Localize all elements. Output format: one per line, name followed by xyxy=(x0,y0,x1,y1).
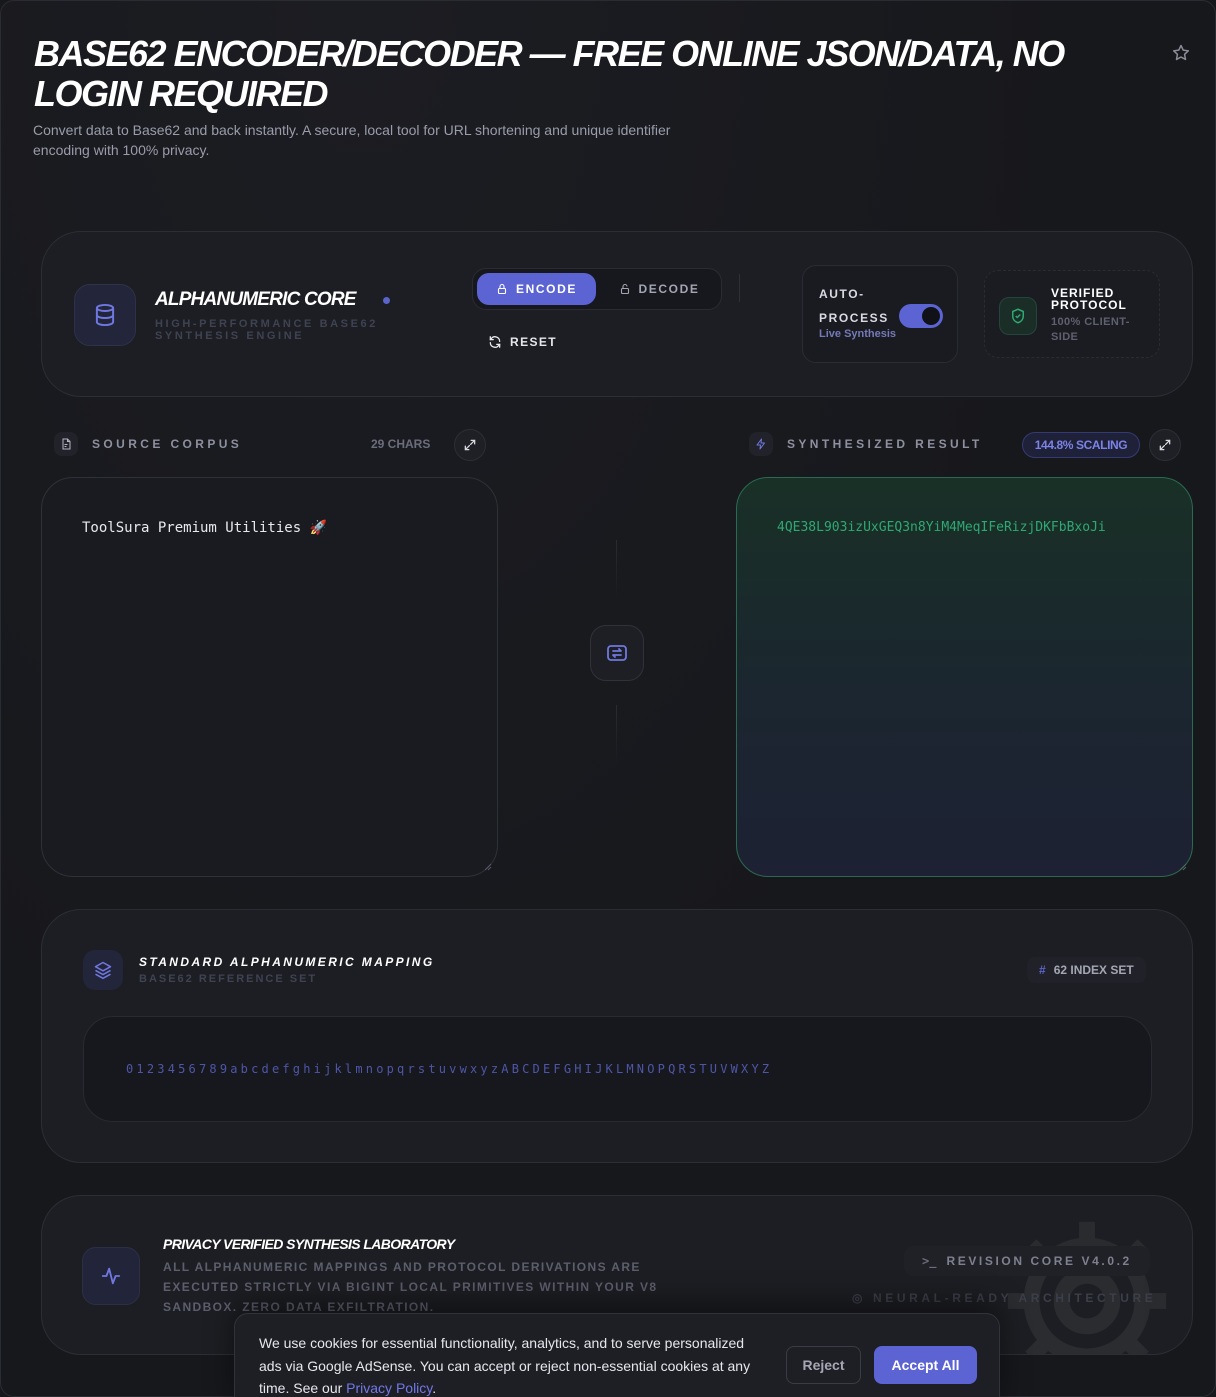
resize-grip-icon[interactable] xyxy=(484,863,492,871)
database-icon xyxy=(74,284,136,346)
alphabet-box: 0123456789abcdefghijklmnopqrstuvwxyzABCD… xyxy=(83,1016,1152,1122)
hash-icon: # xyxy=(1039,963,1046,977)
cookie-message: We use cookies for essential functionali… xyxy=(259,1335,751,1396)
result-output[interactable]: 4QE38L903izUxGEQ3n8YiM4MeqIFeRizjDKFbBxo… xyxy=(736,477,1193,877)
mapping-panel: STANDARD ALPHANUMERIC MAPPING BASE62 REF… xyxy=(41,909,1193,1163)
result-text: 4QE38L903izUxGEQ3n8YiM4MeqIFeRizjDKFbBxo… xyxy=(777,520,1106,535)
cookie-end: . xyxy=(432,1380,437,1396)
refresh-icon xyxy=(489,336,501,348)
expand-icon xyxy=(1159,439,1171,451)
verified-protocol-box: VERIFIED PROTOCOL 100% CLIENT-SIDE xyxy=(984,270,1160,358)
unlock-icon xyxy=(620,283,629,295)
star-icon xyxy=(1172,44,1190,61)
auto-process-sub: Live Synthesis xyxy=(819,328,897,340)
result-label-text: SYNTHESIZED RESULT xyxy=(787,437,983,451)
lock-icon xyxy=(497,283,507,295)
source-expand-button[interactable] xyxy=(454,429,486,461)
mode-toggle: ENCODE DECODE xyxy=(472,268,722,310)
cookie-banner: We use cookies for essential functionali… xyxy=(234,1313,1000,1397)
source-input[interactable]: ToolSura Premium Utilities 🚀 xyxy=(41,477,498,877)
index-badge: # 62 INDEX SET xyxy=(1027,957,1146,983)
result-expand-button[interactable] xyxy=(1149,429,1181,461)
swap-icon xyxy=(607,645,627,661)
mapping-title: STANDARD ALPHANUMERIC MAPPING xyxy=(139,955,435,969)
activity-icon xyxy=(82,1247,140,1305)
terminal-icon: >_ xyxy=(922,1254,937,1268)
lab-title: PRIVACY VERIFIED SYNTHESIS LABORATORY xyxy=(163,1236,455,1252)
file-icon xyxy=(54,432,78,456)
index-badge-label: 62 INDEX SET xyxy=(1053,963,1134,977)
favorite-button[interactable] xyxy=(1168,40,1194,66)
mapping-subtitle: BASE62 REFERENCE SET xyxy=(139,973,318,985)
alphabet-text: 0123456789abcdefghijklmnopqrstuvwxyzABCD… xyxy=(126,1062,773,1076)
swap-button[interactable] xyxy=(590,625,644,681)
char-count: 29 CHARS xyxy=(371,437,431,451)
neural-label: ◎ NEURAL-READY ARCHITECTURE xyxy=(852,1291,1156,1305)
privacy-policy-link[interactable]: Privacy Policy xyxy=(346,1380,432,1396)
neural-label-text: NEURAL-READY ARCHITECTURE xyxy=(873,1291,1157,1305)
decode-button[interactable]: DECODE xyxy=(600,273,718,305)
encode-label: ENCODE xyxy=(516,282,577,296)
auto-process-label: AUTO-PROCESS xyxy=(819,287,889,325)
layers-icon xyxy=(83,950,123,990)
source-label: SOURCE CORPUS xyxy=(54,432,243,456)
reset-label: RESET xyxy=(510,335,558,349)
gear-watermark-icon xyxy=(1007,1221,1167,1354)
swap-line-bottom xyxy=(616,705,617,765)
brand-title: ALPHANUMERIC CORE xyxy=(155,289,356,310)
swap-line-top xyxy=(616,540,617,600)
control-panel: ALPHANUMERIC CORE HIGH-PERFORMANCE BASE6… xyxy=(41,231,1193,397)
encode-button[interactable]: ENCODE xyxy=(477,273,596,305)
page-subtitle: Convert data to Base62 and back instantl… xyxy=(33,122,671,158)
resize-grip-icon[interactable] xyxy=(1179,863,1187,871)
revision-badge: >_ REVISION CORE V4.0.2 xyxy=(904,1246,1150,1276)
brand-subtitle: HIGH-PERFORMANCE BASE62 SYNTHESIS ENGINE xyxy=(155,318,378,342)
auto-process-box: AUTO-PROCESS Live Synthesis xyxy=(802,265,958,363)
source-text: ToolSura Premium Utilities 🚀 xyxy=(82,520,328,536)
reject-cookies-button[interactable]: Reject xyxy=(786,1346,861,1384)
verified-subtitle: 100% CLIENT-SIDE xyxy=(1051,316,1130,343)
status-dot xyxy=(383,297,390,304)
page-title: BASE62 ENCODER/DECODER — FREE ONLINE JSO… xyxy=(34,33,1065,114)
bolt-icon xyxy=(749,432,773,456)
globe-icon: ◎ xyxy=(852,1291,867,1305)
toggle-knob xyxy=(922,307,940,325)
shield-check-icon xyxy=(999,297,1037,335)
source-label-text: SOURCE CORPUS xyxy=(92,437,243,451)
divider xyxy=(739,274,740,302)
expand-icon xyxy=(464,439,476,451)
revision-label: REVISION CORE V4.0.2 xyxy=(946,1254,1132,1268)
decode-label: DECODE xyxy=(638,282,700,296)
result-label: SYNTHESIZED RESULT xyxy=(749,432,983,456)
accept-cookies-button[interactable]: Accept All xyxy=(874,1346,977,1384)
cookie-text: We use cookies for essential functionali… xyxy=(259,1332,769,1397)
auto-process-toggle[interactable] xyxy=(899,304,943,328)
reset-button[interactable]: RESET xyxy=(488,332,557,352)
scaling-badge: 144.8% SCALING xyxy=(1022,432,1140,458)
verified-title: VERIFIED PROTOCOL xyxy=(1051,286,1127,312)
lab-text: ALL ALPHANUMERIC MAPPINGS AND PROTOCOL D… xyxy=(163,1260,658,1314)
